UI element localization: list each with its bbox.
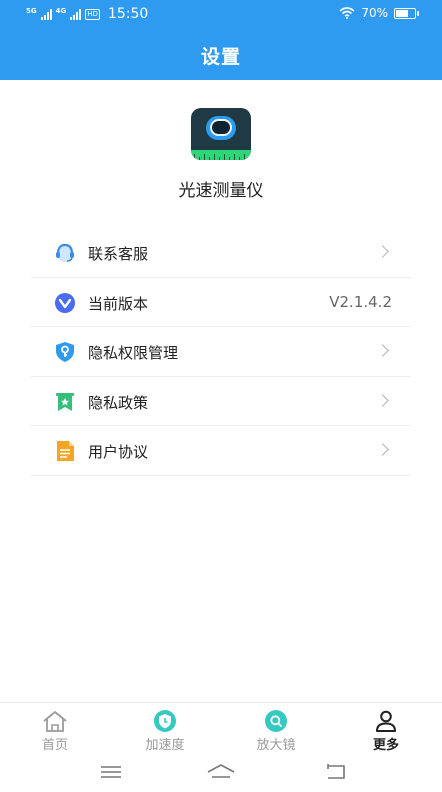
chevron-right-icon	[376, 443, 389, 456]
chevron-right-icon	[376, 393, 389, 407]
settings-menu: 联系客服 当前版本 V2.1.4.2 隐私权限管理 隐私政策 用户协议	[31, 228, 411, 476]
status-time: 15:50	[107, 6, 149, 22]
app-name: 光速测量仪	[178, 181, 264, 201]
tab-more[interactable]: 更多	[331, 703, 441, 755]
menu-item-user-agreement[interactable]: 用户协议	[31, 426, 411, 476]
system-navigation-bar	[0, 754, 442, 792]
tab-magnifier[interactable]: 放大镜	[221, 703, 331, 755]
chevron-right-icon	[376, 245, 389, 258]
speed-icon	[154, 710, 176, 732]
menu-item-label: 当前版本	[88, 294, 149, 313]
home-icon	[43, 711, 67, 732]
wifi-icon	[339, 7, 355, 19]
status-bar: 5G 4G HD 15:50 70%	[0, 0, 442, 28]
menu-item-privacy-policy[interactable]: 隐私政策	[31, 377, 411, 426]
back-nav-icon[interactable]	[325, 763, 349, 781]
battery-icon	[394, 7, 419, 19]
menu-item-current-version[interactable]: 当前版本 V2.1.4.2	[31, 278, 411, 327]
menu-item-label: 用户协议	[88, 443, 149, 461]
bookmark-icon	[56, 392, 74, 411]
signal-strength-2-icon	[70, 8, 82, 20]
signal-strength-icon	[40, 8, 52, 20]
menu-icon[interactable]	[100, 764, 122, 780]
tab-label: 放大镜	[256, 738, 296, 753]
chevron-right-icon	[376, 344, 389, 357]
tab-home[interactable]: 首页	[0, 703, 110, 755]
user-icon	[376, 710, 396, 732]
version-icon	[55, 292, 75, 313]
document-icon	[57, 441, 74, 461]
menu-item-privacy-permissions[interactable]: 隐私权限管理	[31, 327, 411, 377]
version-number: V2.1.4.2	[329, 292, 392, 311]
menu-item-label: 联系客服	[88, 245, 149, 263]
tab-label: 加速度	[145, 738, 185, 753]
menu-item-label: 隐私政策	[88, 393, 149, 412]
app-logo-icon	[191, 108, 251, 160]
key-shield-icon	[56, 342, 74, 362]
home-nav-icon[interactable]	[206, 762, 236, 780]
tab-label: 更多	[372, 738, 399, 753]
battery-percentage: 70%	[361, 6, 388, 20]
page-title: 设置	[200, 46, 241, 68]
menu-item-label: 隐私权限管理	[88, 344, 179, 362]
hd-voice-badge: HD	[85, 8, 100, 20]
menu-item-contact-support[interactable]: 联系客服	[31, 228, 411, 278]
sim2-network-label: 4G	[55, 7, 67, 15]
bottom-tab-bar: 首页 加速度 放大镜 更多	[0, 702, 442, 754]
magnifier-icon	[265, 710, 287, 732]
tab-label: 首页	[41, 738, 68, 753]
headset-icon	[56, 243, 74, 262]
tab-acceleration[interactable]: 加速度	[110, 703, 220, 755]
sim1-network-label: 5G	[26, 7, 37, 15]
app-header: 5G 4G HD 15:50 70% 设置	[0, 0, 442, 80]
